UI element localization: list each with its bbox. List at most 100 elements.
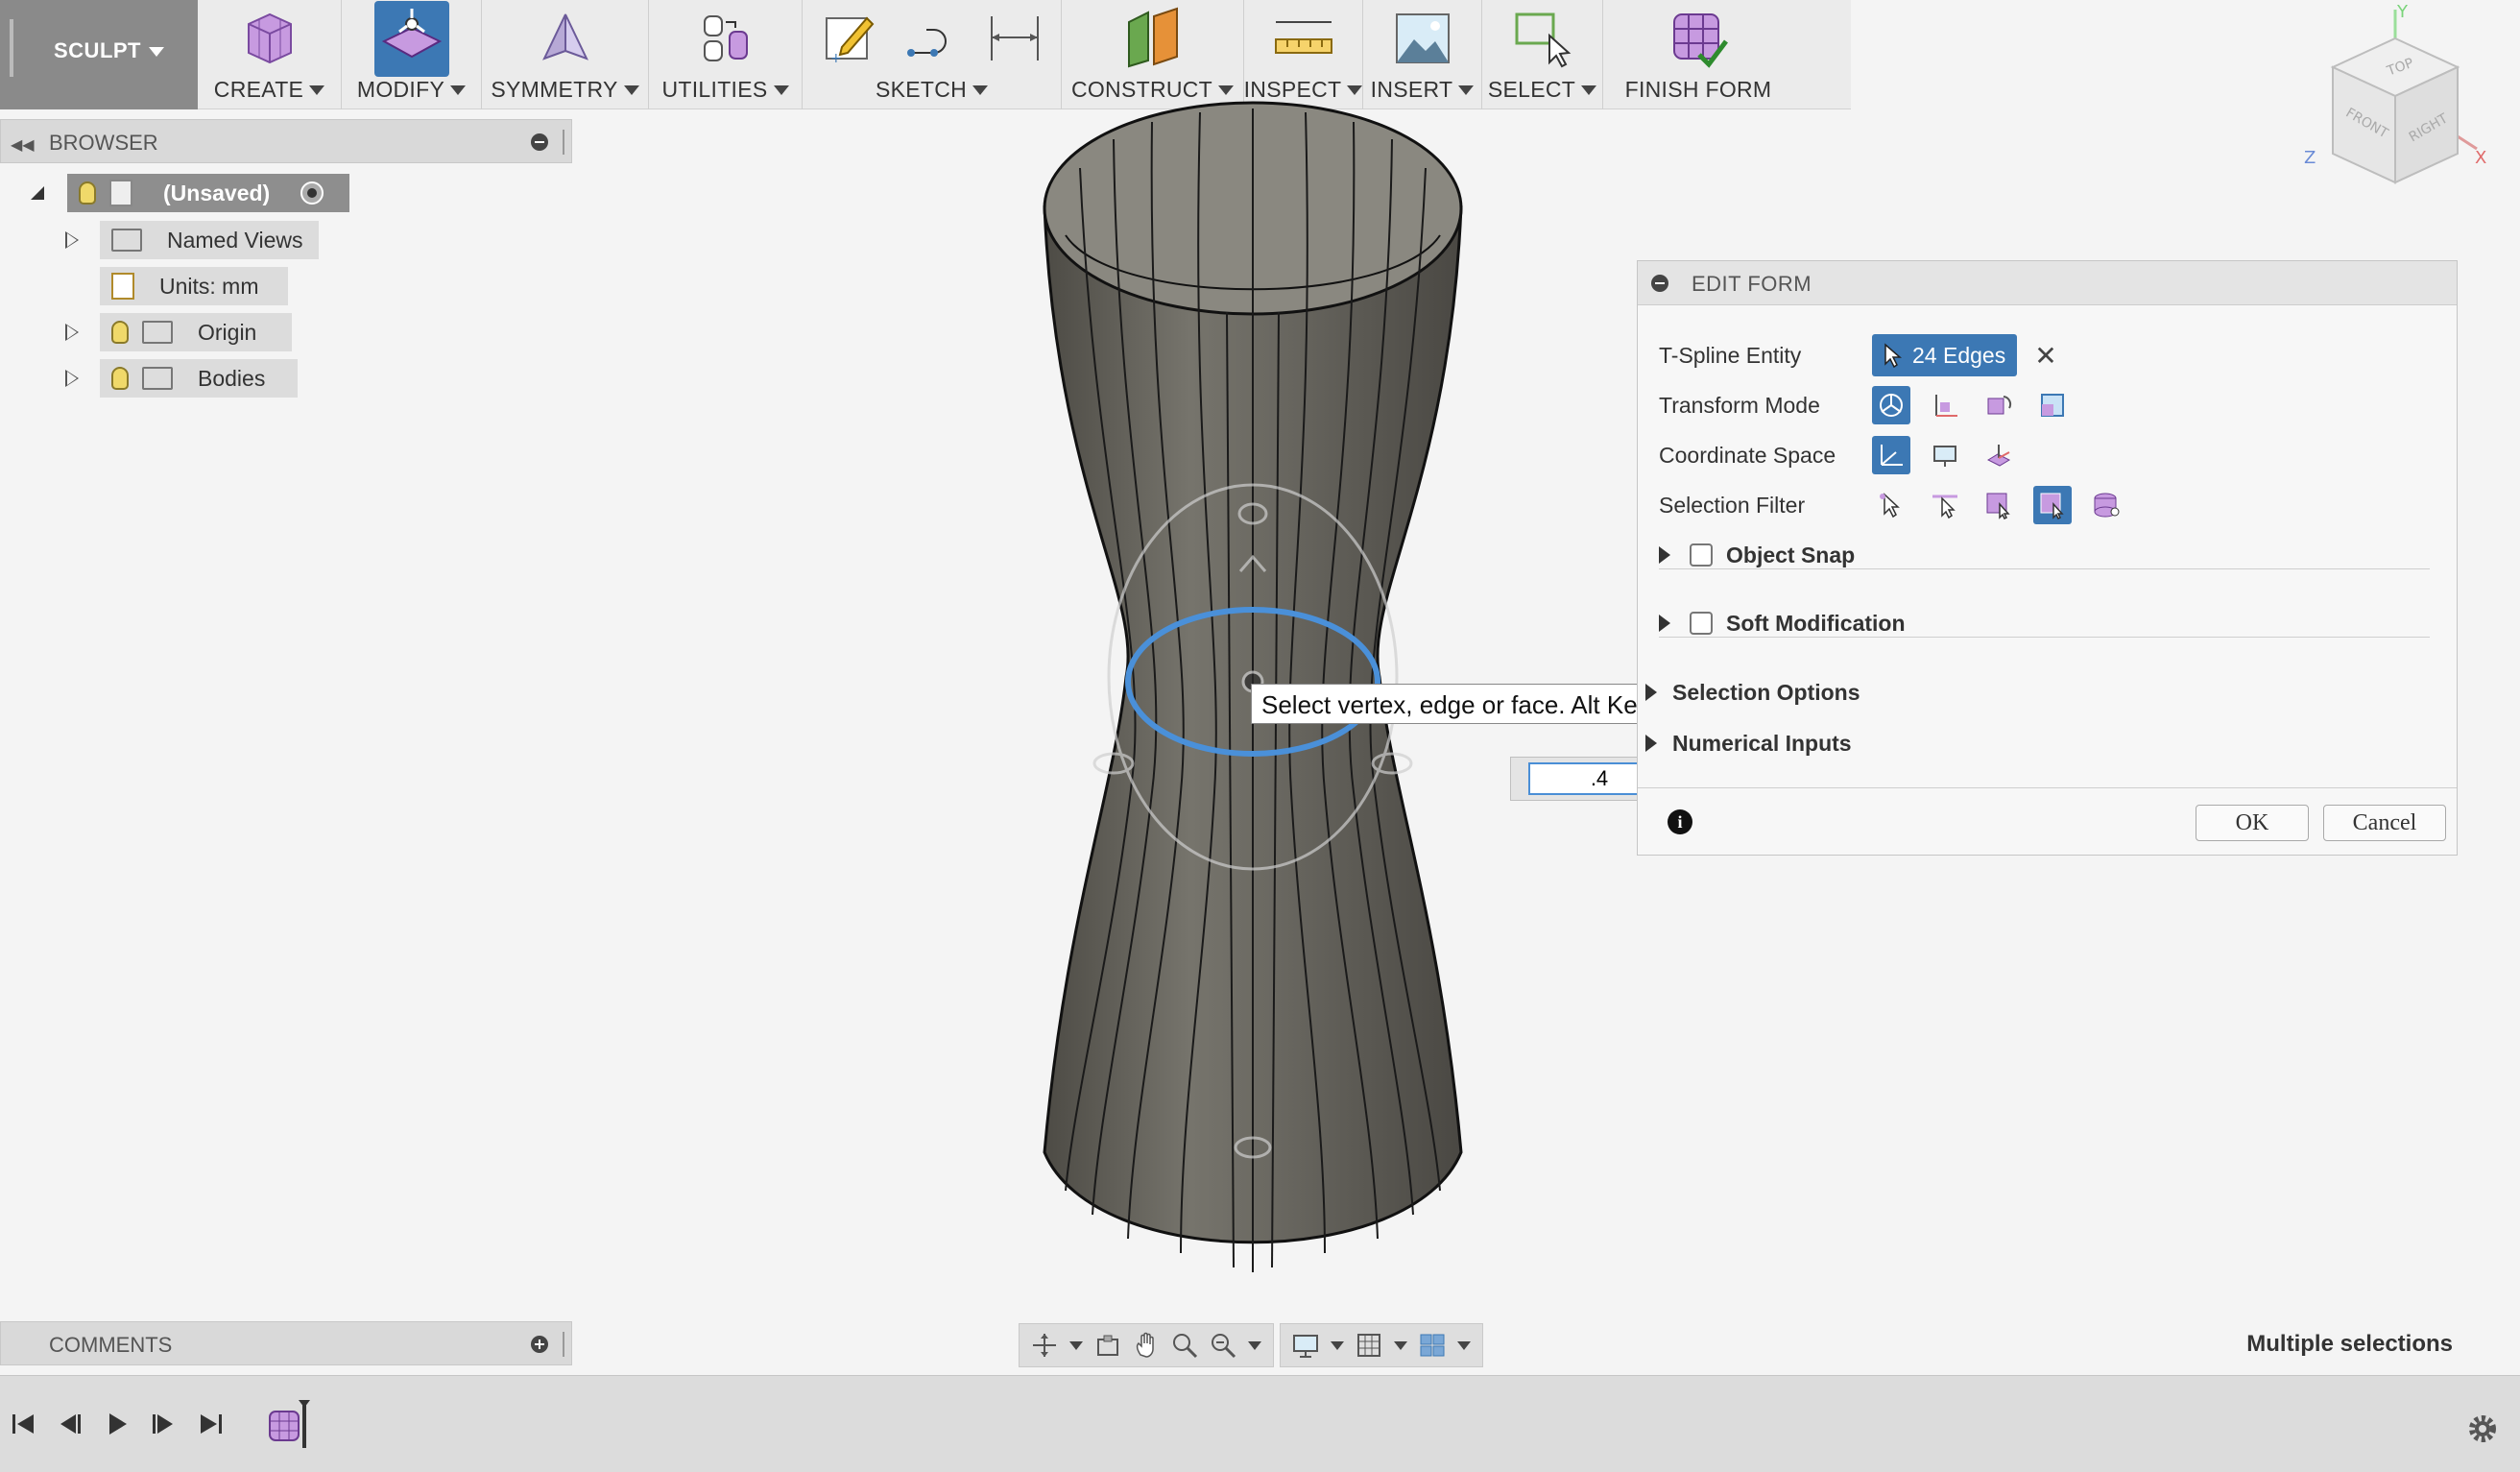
expand-inner — [67, 326, 77, 339]
create-menu-label: CREATE — [213, 77, 304, 102]
workspace-switcher[interactable]: SCULPT — [0, 0, 198, 109]
visibility-bulb-icon[interactable] — [111, 367, 129, 390]
folder-icon — [142, 321, 173, 344]
chevron-down-icon[interactable] — [1394, 1340, 1407, 1350]
tree-item-root[interactable]: (Unsaved) — [67, 174, 349, 212]
grid-icon[interactable] — [1356, 1332, 1382, 1359]
tree-item-label: Named Views — [167, 227, 303, 253]
insert-menu-label: INSERT — [1370, 77, 1453, 102]
face-filter-icon[interactable] — [1980, 486, 2018, 524]
line-icon[interactable] — [903, 9, 961, 68]
play-icon[interactable] — [98, 1405, 136, 1443]
pan-hand-icon[interactable] — [1133, 1332, 1160, 1359]
tree-item-label: (Unsaved) — [163, 180, 271, 205]
chevron-down-icon[interactable] — [1457, 1340, 1471, 1350]
tree-item-named-views[interactable]: Named Views — [100, 221, 319, 259]
edit-form-header[interactable]: EDIT FORM — [1638, 261, 2457, 305]
view-cube[interactable]: TOP FRONT RIGHT Y Z X — [2294, 0, 2496, 192]
clear-selection-icon[interactable]: ✕ — [2034, 340, 2056, 372]
insert-image-icon — [1395, 13, 1450, 63]
insert-menu[interactable]: INSERT — [1363, 0, 1482, 109]
utilities-menu-label: UTILITIES — [661, 77, 768, 102]
activate-radio-icon[interactable] — [300, 181, 324, 205]
tree-item-bodies[interactable]: Bodies — [100, 359, 298, 398]
folder-icon — [142, 367, 173, 390]
finish-form-button[interactable]: FINISH FORM — [1603, 0, 1793, 109]
view-space-icon[interactable] — [1926, 436, 1964, 474]
orbit-icon[interactable] — [1031, 1332, 1058, 1359]
chevron-down-icon[interactable] — [1069, 1340, 1083, 1350]
modify-active-button[interactable] — [373, 0, 449, 77]
look-at-icon[interactable] — [1094, 1332, 1121, 1359]
translate-icon[interactable] — [1926, 386, 1964, 424]
selection-count: 24 Edges — [1912, 342, 2006, 368]
comments-title: COMMENTS — [49, 1333, 173, 1357]
body-filter-icon[interactable] — [2087, 486, 2125, 524]
numerical-inputs-section[interactable]: Numerical Inputs — [1645, 721, 1852, 765]
step-forward-icon[interactable] — [144, 1405, 182, 1443]
inspect-menu[interactable]: INSPECT — [1244, 0, 1363, 109]
minimize-icon[interactable] — [531, 133, 548, 151]
all-filter-icon[interactable] — [2033, 486, 2072, 524]
modify-menu[interactable]: MODIFY — [342, 0, 482, 109]
display-settings-icon[interactable] — [1292, 1332, 1319, 1359]
panel-grip[interactable] — [563, 1332, 565, 1357]
expand-icon[interactable] — [1659, 546, 1670, 564]
toolbar-grip[interactable] — [10, 19, 13, 77]
construct-menu[interactable]: CONSTRUCT — [1062, 0, 1244, 109]
info-icon[interactable]: i — [1668, 809, 1692, 834]
soft-modification-section[interactable]: Soft Modification — [1659, 601, 1906, 645]
display-tools — [1280, 1323, 1483, 1367]
create-sketch-icon[interactable]: + — [821, 9, 878, 68]
scale-icon[interactable] — [2033, 386, 2072, 424]
axis-y-label: Y — [2396, 2, 2409, 22]
collapse-panel-icon[interactable]: ◀◀ — [11, 135, 35, 155]
world-space-icon[interactable] — [1872, 436, 1910, 474]
symmetry-menu[interactable]: SYMMETRY — [482, 0, 649, 109]
tree-item-units[interactable]: Units: mm — [100, 267, 288, 305]
soft-modification-checkbox[interactable] — [1690, 612, 1713, 635]
go-to-end-icon[interactable] — [192, 1405, 230, 1443]
selection-options-section[interactable]: Selection Options — [1645, 670, 1860, 714]
local-space-icon[interactable] — [1980, 436, 2018, 474]
comments-panel-header[interactable]: COMMENTS — [0, 1321, 572, 1365]
collapse-root-icon[interactable] — [31, 186, 44, 200]
ok-button[interactable]: OK — [2196, 805, 2309, 841]
create-menu[interactable]: CREATE — [198, 0, 342, 109]
object-snap-section[interactable]: Object Snap — [1659, 533, 1855, 577]
chevron-down-icon[interactable] — [1248, 1340, 1261, 1350]
go-to-start-icon[interactable] — [4, 1405, 42, 1443]
browser-title: BROWSER — [49, 131, 158, 155]
rotate-icon[interactable] — [1980, 386, 2018, 424]
chevron-down-icon — [1218, 84, 1235, 95]
chevron-down-icon — [149, 47, 164, 58]
gear-icon[interactable] — [2466, 1412, 2499, 1445]
object-snap-checkbox[interactable] — [1690, 543, 1713, 567]
viewports-icon[interactable] — [1419, 1332, 1446, 1359]
step-back-icon[interactable] — [50, 1405, 88, 1443]
vertex-filter-icon[interactable] — [1872, 486, 1910, 524]
sketch-menu[interactable]: + SKETCH — [803, 0, 1062, 109]
zoom-icon[interactable] — [1171, 1332, 1198, 1359]
expand-icon[interactable] — [1645, 735, 1657, 752]
add-comment-icon[interactable] — [531, 1336, 548, 1353]
browser-panel-header[interactable]: ◀◀ BROWSER — [0, 119, 572, 163]
timeline-form-feature-icon[interactable] — [265, 1400, 315, 1448]
chevron-down-icon[interactable] — [1331, 1340, 1344, 1350]
zoom-window-icon[interactable] — [1210, 1332, 1236, 1359]
dimension-icon[interactable] — [986, 9, 1044, 68]
expand-icon[interactable] — [1659, 615, 1670, 632]
multi-transform-icon[interactable] — [1872, 386, 1910, 424]
utilities-menu[interactable]: UTILITIES — [649, 0, 803, 109]
select-menu[interactable]: SELECT — [1482, 0, 1603, 109]
cancel-button[interactable]: Cancel — [2323, 805, 2446, 841]
collapse-dialog-icon[interactable] — [1651, 275, 1668, 292]
visibility-bulb-icon[interactable] — [79, 181, 96, 205]
edge-filter-icon[interactable] — [1926, 486, 1964, 524]
panel-grip[interactable] — [563, 130, 565, 155]
transform-mode-row: Transform Mode — [1659, 383, 2087, 427]
expand-icon[interactable] — [1645, 684, 1657, 701]
visibility-bulb-icon[interactable] — [111, 321, 129, 344]
tree-item-origin[interactable]: Origin — [100, 313, 292, 351]
tspline-entity-selection[interactable]: 24 Edges — [1872, 334, 2018, 376]
